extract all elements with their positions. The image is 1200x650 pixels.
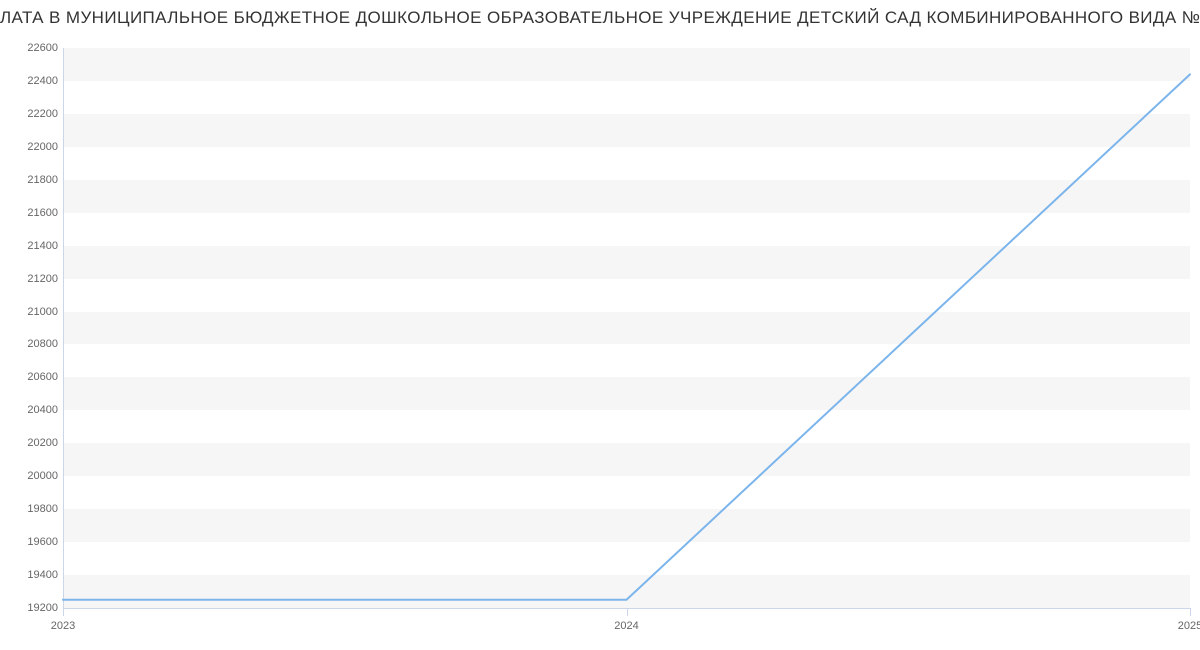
y-tick-label: 20400 [8, 404, 58, 416]
y-tick-label: 20600 [8, 371, 58, 383]
y-tick-label: 22600 [8, 42, 58, 54]
y-tick-label: 22400 [8, 75, 58, 87]
x-tick-mark [63, 608, 64, 616]
x-tick-mark [1190, 608, 1191, 616]
y-tick-label: 22000 [8, 141, 58, 153]
y-tick-label: 20800 [8, 338, 58, 350]
y-tick-label: 20000 [8, 470, 58, 482]
y-tick-label: 19600 [8, 536, 58, 548]
line-path [63, 74, 1190, 599]
y-tick-label: 21800 [8, 174, 58, 186]
x-tick-label: 2024 [614, 620, 638, 632]
y-tick-label: 19200 [8, 602, 58, 614]
series-line [63, 48, 1190, 608]
y-tick-label: 21400 [8, 240, 58, 252]
x-tick-label: 2025 [1178, 620, 1200, 632]
x-tick-label: 2023 [51, 620, 75, 632]
y-tick-label: 19800 [8, 503, 58, 515]
y-tick-label: 19400 [8, 569, 58, 581]
y-tick-label: 20200 [8, 437, 58, 449]
x-tick-mark [627, 608, 628, 616]
chart-container: ЛАТА В МУНИЦИПАЛЬНОЕ БЮДЖЕТНОЕ ДОШКОЛЬНО… [0, 0, 1200, 650]
y-tick-label: 22200 [8, 108, 58, 120]
y-tick-label: 21600 [8, 207, 58, 219]
y-tick-label: 21000 [8, 306, 58, 318]
chart-title: ЛАТА В МУНИЦИПАЛЬНОЕ БЮДЖЕТНОЕ ДОШКОЛЬНО… [0, 8, 1200, 28]
y-tick-label: 21200 [8, 273, 58, 285]
